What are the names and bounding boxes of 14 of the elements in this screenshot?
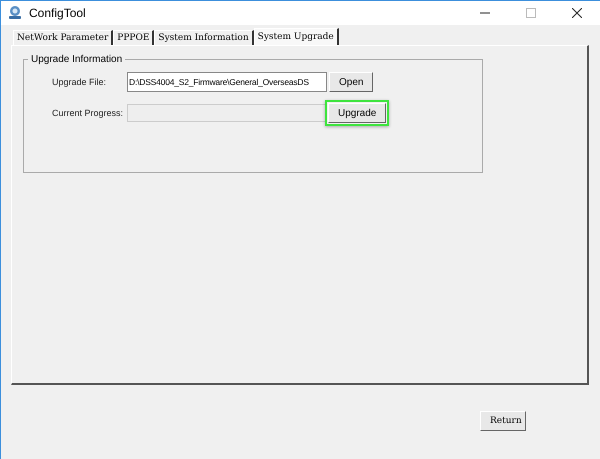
window-title: ConfigTool <box>29 6 86 20</box>
upgrade-button[interactable]: Upgrade <box>328 103 386 123</box>
tab[interactable]: NetWork Parameter <box>13 30 114 45</box>
return-button[interactable]: Return <box>480 411 526 431</box>
app-icon <box>7 5 23 21</box>
field-label: Current Progress: <box>52 108 124 118</box>
tab[interactable]: System Upgrade <box>254 28 339 45</box>
tab[interactable]: PPPOE <box>113 30 154 45</box>
tab[interactable]: System Information <box>154 30 254 45</box>
field-label: Upgrade File: <box>52 77 108 87</box>
group-title: Upgrade Information <box>30 54 124 65</box>
open-button[interactable]: Open <box>329 72 374 92</box>
close-icon[interactable] <box>572 8 582 18</box>
file-path-field[interactable]: D:\DSS4004_S2_Firmware\General_OverseasDS <box>127 72 327 92</box>
